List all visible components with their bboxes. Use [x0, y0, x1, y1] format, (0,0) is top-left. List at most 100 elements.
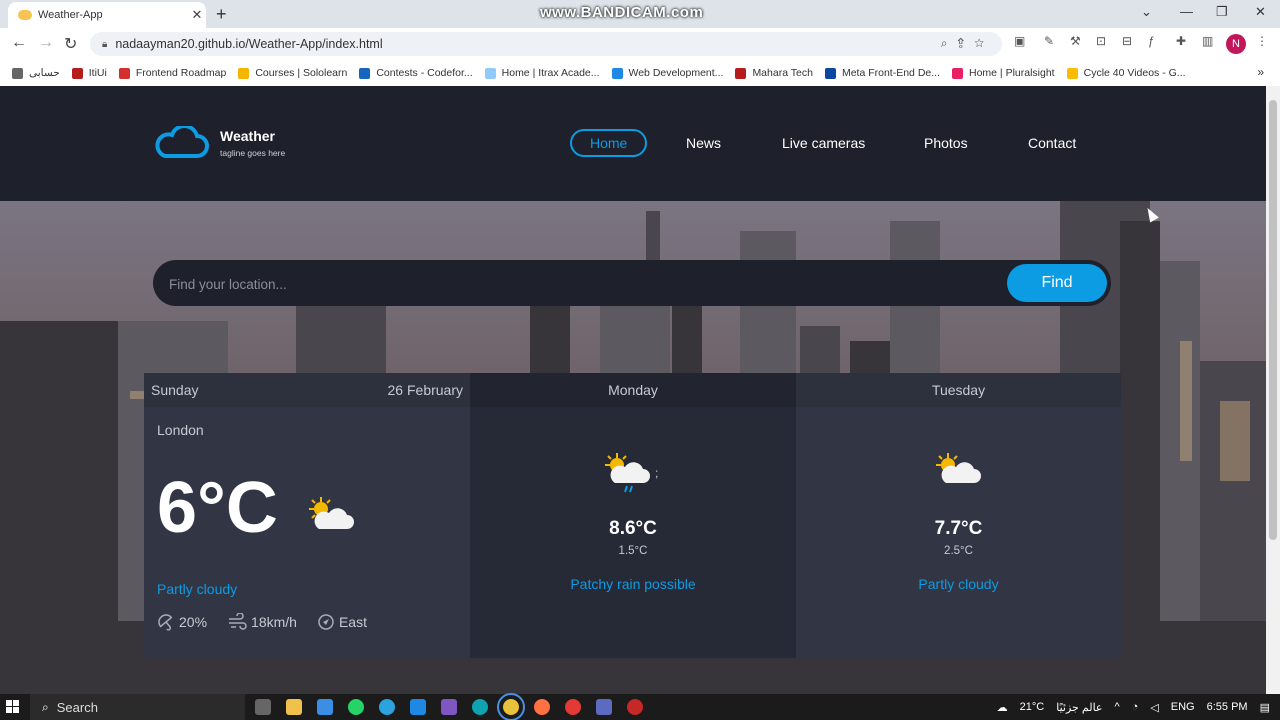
day-header: Monday [470, 373, 796, 407]
new-tab-icon[interactable]: + [216, 4, 227, 25]
weather-widget-icon[interactable]: ☁ [997, 701, 1008, 714]
bookmark-item[interactable]: ItiUi [71, 67, 107, 79]
bookmark-item[interactable]: Frontend Roadmap [118, 67, 227, 79]
extension-icon[interactable]: ✎ [1044, 34, 1054, 48]
reload-icon[interactable]: ↻ [64, 34, 77, 54]
bookmark-label: ItiUi [88, 67, 107, 79]
scrollbar-thumb[interactable] [1269, 100, 1277, 540]
bookmark-item[interactable]: Courses | Sololearn [238, 67, 347, 79]
stray-semicolon: ; [655, 466, 658, 480]
bookmark-item[interactable]: Home | Pluralsight [952, 67, 1055, 79]
whatsapp-icon[interactable] [348, 699, 364, 715]
bookmark-favicon-icon [71, 67, 83, 79]
bookmark-label: Courses | Sololearn [255, 67, 348, 79]
sun-cloud-icon [935, 453, 981, 483]
bookmark-favicon-icon [238, 67, 250, 79]
bookmark-item[interactable]: Cycle 40 Videos - G... [1066, 67, 1186, 79]
windows-start-icon[interactable] [6, 700, 20, 714]
extension-icon[interactable]: ƒ [1148, 34, 1155, 48]
nav-contact[interactable]: Contact [1028, 131, 1076, 155]
site-brand-name[interactable]: Weather [220, 128, 275, 144]
bookmark-item[interactable]: حسابی [12, 67, 60, 79]
edge-icon[interactable] [472, 699, 488, 715]
nav-live-cameras[interactable]: Live cameras [782, 131, 865, 155]
bookmark-item[interactable]: Meta Front-End De... [824, 67, 940, 79]
browser-tab[interactable]: Weather-App ✕ [8, 2, 206, 28]
tab-search-icon[interactable]: ⌄ [1141, 4, 1152, 20]
extension-icon[interactable]: ⊡ [1096, 34, 1106, 48]
bookmark-label: Web Development... [628, 67, 724, 79]
extension-icon[interactable]: ⚒ [1070, 34, 1081, 48]
menu-icon[interactable]: ⋮ [1256, 34, 1268, 48]
location-search: Find [153, 260, 1111, 306]
opera-icon[interactable] [565, 699, 581, 715]
bookmark-item[interactable]: Mahara Tech [735, 67, 813, 79]
teams-icon[interactable] [596, 699, 612, 715]
bookmark-item[interactable]: Contests - Codefor... [359, 67, 473, 79]
firefox-icon[interactable] [534, 699, 550, 715]
site-tagline: tagline goes here [220, 148, 286, 158]
tab-title: Weather-App [38, 9, 103, 21]
network-icon[interactable]: ◔ [1132, 701, 1139, 713]
window-close-icon[interactable]: ✕ [1255, 4, 1266, 20]
task-view-icon[interactable] [255, 699, 271, 715]
extension-icon[interactable]: ⊟ [1122, 34, 1132, 48]
page-scrollbar[interactable] [1266, 86, 1280, 694]
find-button[interactable]: Find [1007, 264, 1107, 302]
bandicam-icon[interactable] [627, 699, 643, 715]
bookmark-favicon-icon [824, 67, 836, 79]
chrome-icon[interactable] [497, 693, 525, 720]
day-forecast: Tuesday 7.7°C 2.5°C Partly cloudy [796, 373, 1121, 658]
tray-clock[interactable]: 6:55 PM [1207, 701, 1248, 713]
restore-icon[interactable]: ❐ [1216, 4, 1228, 20]
bookmark-item[interactable]: Web Development... [611, 67, 724, 79]
tray-overflow-icon[interactable]: ^ [1114, 701, 1119, 713]
store-icon[interactable] [317, 699, 333, 715]
day-header: Tuesday [796, 373, 1121, 407]
bookmark-label: Cycle 40 Videos - G... [1083, 67, 1186, 79]
minimize-icon[interactable]: — [1180, 4, 1193, 19]
visual-studio-icon[interactable] [441, 699, 457, 715]
tray-weather[interactable]: 21°C [1020, 701, 1045, 713]
location-search-input[interactable] [167, 273, 971, 295]
min-temperature: 2.5°C [944, 545, 973, 557]
forecast-panel: Sunday 26 February London 6°C Partly clo… [144, 373, 1121, 658]
taskbar-search-label: Search [56, 699, 98, 715]
day-forecast: Monday ; 8.6°C 1.5°C Patchy rain possibl… [470, 373, 796, 658]
forecast-icon: ; [470, 451, 796, 500]
forward-icon[interactable]: → [38, 34, 54, 52]
tab-close-icon[interactable]: ✕ [188, 7, 206, 23]
file-explorer-icon[interactable] [286, 699, 302, 715]
bookmark-label: Frontend Roadmap [135, 67, 227, 79]
bookmark-item[interactable]: Home | Itrax Acade... [484, 67, 600, 79]
bookmark-label: Meta Front-End De... [841, 67, 940, 79]
nav-news[interactable]: News [686, 131, 721, 155]
hero-banner: Find Sunday 26 February London 6°C [0, 201, 1266, 694]
sidepanel-icon[interactable]: ▥ [1202, 34, 1213, 48]
vscode-icon[interactable] [410, 699, 426, 715]
language-indicator[interactable]: ENG [1171, 701, 1195, 713]
system-tray: ☁ 21°C عالم جزئيًا ^ ◔ ◁ ENG 6:55 PM ▤ [985, 694, 1270, 720]
omnibox-actions-icon[interactable]: ⌕⇪☆ [941, 36, 994, 51]
nav-photos[interactable]: Photos [924, 131, 968, 155]
bookmark-favicon-icon [611, 67, 623, 79]
tray-weather-text[interactable]: عالم جزئيًا [1056, 701, 1102, 714]
cloud-logo-icon[interactable] [153, 126, 209, 160]
url-text[interactable]: nadaayman20.github.io/Weather-App/index.… [115, 37, 382, 51]
extension-icon[interactable]: ▣ [1014, 34, 1025, 48]
telegram-icon[interactable] [379, 699, 395, 715]
puzzle-icon[interactable]: ✚ [1176, 34, 1186, 48]
bookmark-label: Home | Itrax Acade... [501, 67, 600, 79]
notifications-icon[interactable]: ▤ [1260, 701, 1270, 714]
taskbar-search[interactable]: ⌕ Search [30, 694, 245, 720]
volume-icon[interactable]: ◁ [1150, 701, 1158, 714]
profile-avatar[interactable]: N [1226, 34, 1246, 54]
omnibox[interactable]: 🔒︎ nadaayman20.github.io/Weather-App/ind… [90, 32, 1002, 56]
umbrella-icon [158, 614, 173, 631]
back-icon[interactable]: ← [11, 34, 27, 52]
bookmark-favicon-icon [484, 67, 496, 79]
today-day: Sunday [151, 382, 199, 398]
more-bookmarks-icon[interactable]: » [1257, 65, 1264, 79]
bookmark-favicon-icon [118, 67, 130, 79]
nav-home[interactable]: Home [570, 129, 648, 157]
